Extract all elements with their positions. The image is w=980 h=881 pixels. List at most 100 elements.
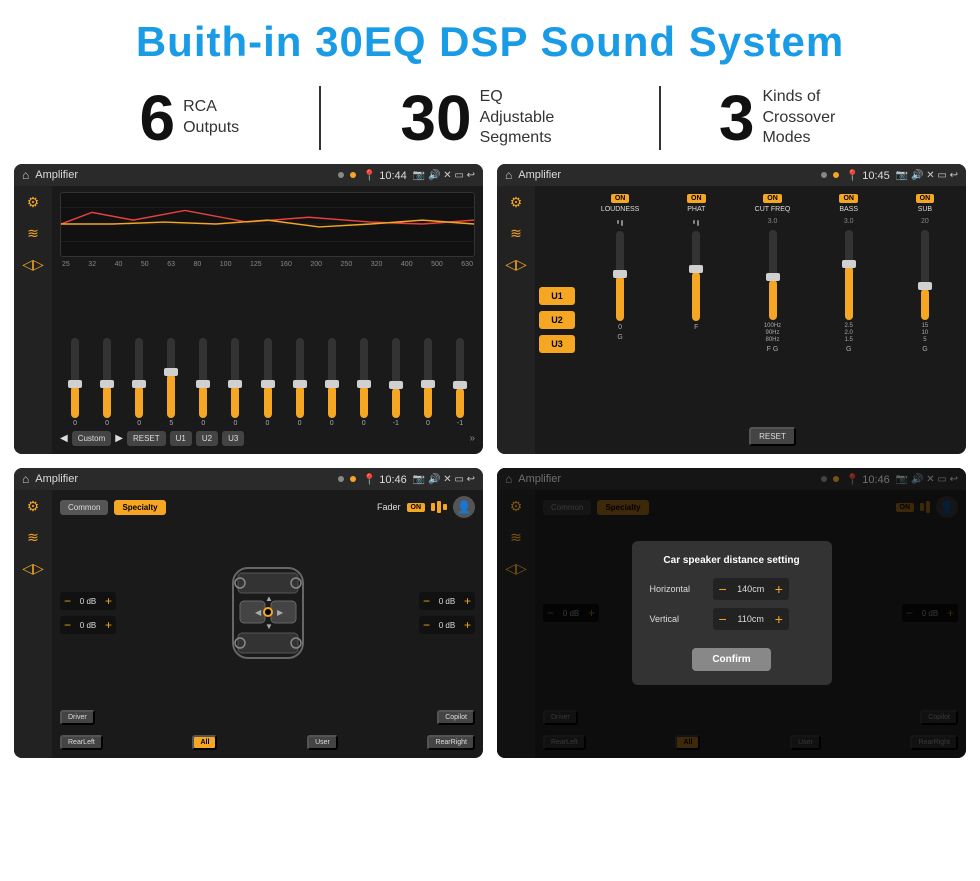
bottom-spk-btns-2: RearLeft All User RearRight bbox=[60, 733, 475, 752]
rr-value: 0 dB bbox=[433, 621, 461, 630]
dot-3b bbox=[350, 476, 356, 482]
copilot-btn[interactable]: Copilot bbox=[437, 710, 475, 725]
slider-10: 0 bbox=[349, 338, 379, 427]
phat-section: ON PHAT F bbox=[661, 194, 731, 419]
home-icon-3[interactable]: ⌂ bbox=[22, 472, 29, 486]
rl-db-control: − 0 dB + bbox=[60, 616, 116, 634]
vertical-plus[interactable]: + bbox=[775, 611, 783, 627]
u1-btn[interactable]: U1 bbox=[170, 431, 192, 446]
bass-on[interactable]: ON bbox=[839, 194, 858, 203]
dot-1b bbox=[350, 172, 356, 178]
reset-btn-2[interactable]: RESET bbox=[749, 427, 796, 446]
dialog-overlay: Car speaker distance setting Horizontal … bbox=[497, 468, 966, 758]
horizontal-value: 140cm bbox=[731, 584, 771, 594]
fr-plus[interactable]: + bbox=[464, 594, 471, 608]
sub-label: SUB bbox=[918, 206, 932, 213]
rearleft-btn[interactable]: RearLeft bbox=[60, 735, 103, 750]
u2-btn[interactable]: U2 bbox=[196, 431, 218, 446]
driver-btn[interactable]: Driver bbox=[60, 710, 95, 725]
user-btn[interactable]: User bbox=[307, 735, 338, 750]
phat-on[interactable]: ON bbox=[687, 194, 706, 203]
fr-db-control: − 0 dB + bbox=[419, 592, 475, 610]
status-icons-3: 📷 🔊 ✕ ▭ ↩ bbox=[413, 474, 475, 485]
u2-preset[interactable]: U2 bbox=[539, 311, 575, 329]
reset-btn-1[interactable]: RESET bbox=[127, 431, 166, 446]
u1-preset[interactable]: U1 bbox=[539, 287, 575, 305]
volume-icon-3[interactable]: ◁▷ bbox=[22, 560, 44, 577]
fr-minus[interactable]: − bbox=[423, 594, 430, 608]
volume-icon-2[interactable]: ◁▷ bbox=[505, 256, 527, 273]
tab-specialty-3[interactable]: Specialty bbox=[114, 500, 165, 515]
screen-fader: ⌂ Amplifier 📍 10:46 📷 🔊 ✕ ▭ ↩ ⚙ ≋ ◁▷ Com… bbox=[14, 468, 483, 758]
dialog-vertical-row: Vertical − 110cm + bbox=[650, 608, 814, 630]
rr-db-control: − 0 dB + bbox=[419, 616, 475, 634]
fl-minus[interactable]: − bbox=[64, 594, 71, 608]
stat-crossover: 3 Kinds ofCrossover Modes bbox=[661, 86, 920, 150]
stat-crossover-number: 3 bbox=[719, 86, 755, 150]
tab-common-3[interactable]: Common bbox=[60, 500, 108, 515]
fl-db-control: − 0 dB + bbox=[60, 592, 116, 610]
sub-on[interactable]: ON bbox=[916, 194, 935, 203]
horizontal-plus[interactable]: + bbox=[775, 581, 783, 597]
eq-icon[interactable]: ⚙ bbox=[27, 194, 40, 211]
play-prev-btn[interactable]: ◀ bbox=[60, 433, 68, 444]
horizontal-minus[interactable]: − bbox=[719, 581, 727, 597]
all-btn[interactable]: All bbox=[192, 735, 217, 750]
screen-eq: ⌂ Amplifier 📍 10:44 📷 🔊 ✕ ▭ ↩ ⚙ ≋ ◁▷ bbox=[14, 164, 483, 454]
wave-icon-3[interactable]: ≋ bbox=[27, 529, 39, 546]
rl-minus[interactable]: − bbox=[64, 618, 71, 632]
fader-screen-content: ⚙ ≋ ◁▷ Common Specialty Fader ON bbox=[14, 490, 483, 758]
fl-plus[interactable]: + bbox=[105, 594, 112, 608]
amp-main: ON LOUDNESS 0 G bbox=[579, 186, 966, 454]
rearright-btn[interactable]: RearRight bbox=[427, 735, 475, 750]
rr-minus[interactable]: − bbox=[423, 618, 430, 632]
eq-icon-2[interactable]: ⚙ bbox=[510, 194, 523, 211]
rl-plus[interactable]: + bbox=[105, 618, 112, 632]
home-icon-1[interactable]: ⌂ bbox=[22, 168, 29, 182]
amp-screen-content: ⚙ ≋ ◁▷ U1 U2 U3 ON LOUDNESS bbox=[497, 186, 966, 454]
status-bar-2: ⌂ Amplifier 📍 10:45 📷 🔊 ✕ ▭ ↩ bbox=[497, 164, 966, 186]
sub-section: ON SUB 20 15 10 5 bbox=[890, 194, 960, 419]
slider-13: -1 bbox=[445, 338, 475, 427]
status-bar-1: ⌂ Amplifier 📍 10:44 📷 🔊 ✕ ▭ ↩ bbox=[14, 164, 483, 186]
vertical-minus[interactable]: − bbox=[719, 611, 727, 627]
wave-icon[interactable]: ≋ bbox=[27, 225, 39, 242]
fl-value: 0 dB bbox=[74, 597, 102, 606]
rl-value: 0 dB bbox=[74, 621, 102, 630]
horizontal-label: Horizontal bbox=[650, 584, 705, 594]
dot-2b bbox=[833, 172, 839, 178]
vertical-measure: − 110cm + bbox=[713, 608, 789, 630]
page-wrapper: Buith-in 30EQ DSP Sound System 6 RCAOutp… bbox=[0, 0, 980, 772]
eq-sliders-row: 0 0 0 5 bbox=[60, 271, 475, 427]
custom-btn[interactable]: Custom bbox=[72, 431, 112, 446]
rr-plus[interactable]: + bbox=[464, 618, 471, 632]
confirm-button[interactable]: Confirm bbox=[692, 648, 770, 671]
stat-crossover-text: Kinds ofCrossover Modes bbox=[762, 87, 862, 149]
phat-label: PHAT bbox=[687, 206, 705, 213]
u3-btn[interactable]: U3 bbox=[222, 431, 244, 446]
time-1: 📍 10:44 bbox=[362, 169, 406, 182]
u3-preset[interactable]: U3 bbox=[539, 335, 575, 353]
person-icon[interactable]: 👤 bbox=[453, 496, 475, 518]
eq-screen: ⚙ ≋ ◁▷ bbox=[14, 186, 483, 454]
home-icon-2[interactable]: ⌂ bbox=[505, 168, 512, 182]
dot-2a bbox=[821, 172, 827, 178]
loudness-on[interactable]: ON bbox=[611, 194, 630, 203]
cutfreq-on[interactable]: ON bbox=[763, 194, 782, 203]
status-icons-2: 📷 🔊 ✕ ▭ ↩ bbox=[896, 170, 958, 181]
fader-sidebar: ⚙ ≋ ◁▷ bbox=[14, 490, 52, 758]
wave-icon-2[interactable]: ≋ bbox=[510, 225, 522, 242]
expand-icon[interactable]: » bbox=[469, 433, 475, 444]
eq-icon-3[interactable]: ⚙ bbox=[27, 498, 40, 515]
volume-icon[interactable]: ◁▷ bbox=[22, 256, 44, 273]
fader-main: Common Specialty Fader ON 👤 bbox=[52, 490, 483, 758]
loudness-label: LOUDNESS bbox=[601, 206, 640, 213]
reset-row: RESET bbox=[585, 423, 960, 450]
fader-on-badge[interactable]: ON bbox=[407, 503, 426, 512]
dialog-title: Car speaker distance setting bbox=[650, 555, 814, 566]
fader-top-bar: Common Specialty Fader ON 👤 bbox=[60, 496, 475, 518]
play-next-btn[interactable]: ▶ bbox=[115, 433, 123, 444]
slider-6: 0 bbox=[220, 338, 250, 427]
page-title: Buith-in 30EQ DSP Sound System bbox=[0, 0, 980, 76]
stat-rca-number: 6 bbox=[140, 86, 176, 150]
